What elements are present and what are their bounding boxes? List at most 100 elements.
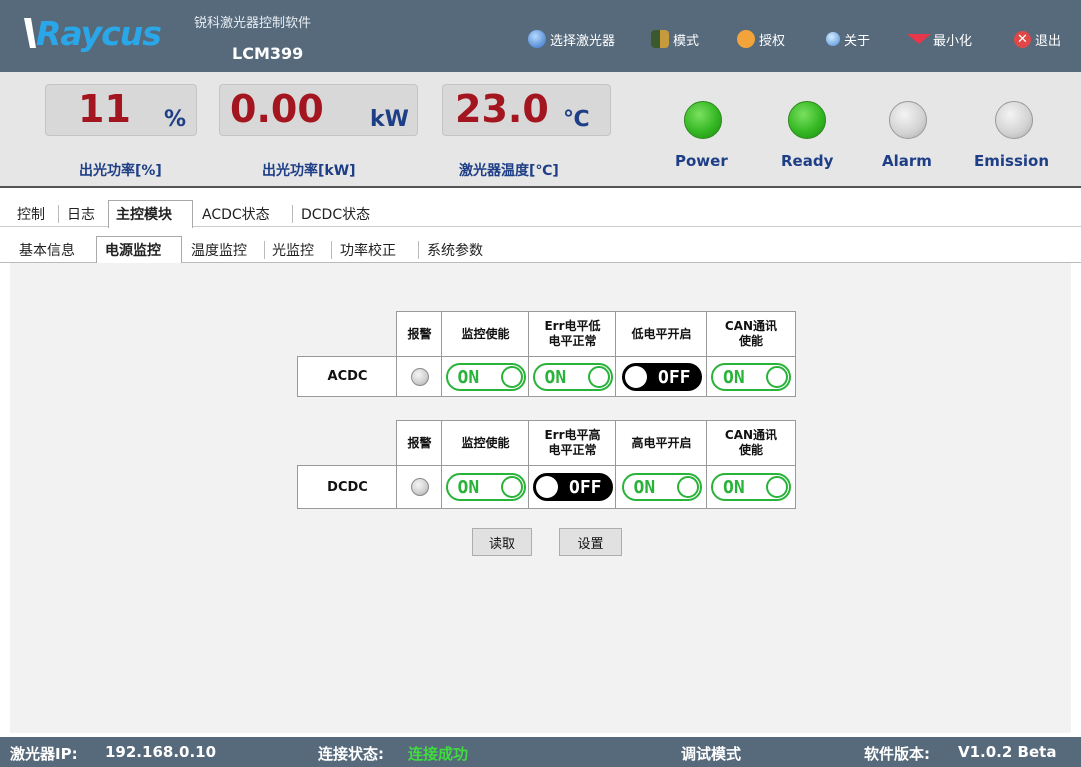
toggle-knob xyxy=(676,476,699,498)
version-label: 软件版本: xyxy=(864,745,930,763)
acdc-row-label: ACDC xyxy=(297,356,398,397)
temperature-meter: 23.0 ℃ xyxy=(442,84,611,136)
tab-log[interactable]: 日志 xyxy=(67,204,95,224)
dcdc-header-alarm: 报警 xyxy=(396,420,443,466)
mode-text: 调试模式 xyxy=(681,745,742,763)
tab-separator xyxy=(418,241,419,259)
power-percent-meter: 11 % xyxy=(45,84,197,136)
sub-tabs: 基本信息 电源监控 温度监控 光监控 功率校正 系统参数 xyxy=(0,236,1081,264)
tab-separator xyxy=(264,241,265,259)
acdc-header-alarm: 报警 xyxy=(396,311,443,357)
globe-icon xyxy=(528,30,546,48)
toggle-knob xyxy=(766,365,788,388)
toggle-text: ON xyxy=(723,477,745,498)
ip-value: 192.168.0.10 xyxy=(105,743,217,761)
power-kw-value: 0.00 xyxy=(230,87,324,131)
tab-separator xyxy=(58,205,59,223)
tab-main-control-module[interactable]: 主控模块 xyxy=(116,204,172,224)
acdc-monitor-enable-toggle[interactable]: ON xyxy=(445,362,526,391)
tab-separator xyxy=(292,205,293,223)
version-value: V1.0.2 Beta xyxy=(958,743,1057,761)
dcdc-header-can-enable: CAN通讯 使能 xyxy=(706,420,796,466)
alarm-led-label: Alarm xyxy=(882,152,932,170)
menu-select-laser[interactable]: 选择激光器 xyxy=(528,28,615,50)
toggle-text: OFF xyxy=(568,477,602,498)
close-icon: ✕ xyxy=(1014,30,1031,48)
set-button[interactable]: 设置 xyxy=(559,528,622,556)
subtab-optical-monitor[interactable]: 光监控 xyxy=(272,240,314,260)
acdc-err-level-toggle[interactable]: ON xyxy=(532,362,613,391)
dcdc-monitor-enable-cell: ON xyxy=(441,465,530,509)
tab-dcdc-status[interactable]: DCDC状态 xyxy=(301,204,370,224)
status-panel: 11 % 出光功率[%] 0.00 kW 出光功率[kW] 23.0 ℃ 激光器… xyxy=(0,72,1081,188)
toggle-text: ON xyxy=(457,477,480,498)
info-icon xyxy=(826,32,840,46)
acdc-header-err-level: Err电平低 电平正常 xyxy=(528,311,617,357)
connection-label: 连接状态: xyxy=(318,745,384,763)
acdc-header-monitor-enable: 监控使能 xyxy=(441,311,530,357)
alarm-led xyxy=(889,101,927,139)
subtab-power-calibration[interactable]: 功率校正 xyxy=(340,240,396,260)
app-title: 锐科激光器控制软件 xyxy=(194,16,312,31)
power-percent-unit: % xyxy=(164,107,187,132)
menu-label: 最小化 xyxy=(933,33,973,49)
subtab-basic-info[interactable]: 基本信息 xyxy=(19,240,75,260)
toggle-text: OFF xyxy=(657,366,691,388)
dcdc-alarm-led xyxy=(410,478,429,496)
read-button[interactable]: 读取 xyxy=(472,528,532,556)
power-percent-label: 出光功率[%] xyxy=(79,163,162,179)
subtab-system-params[interactable]: 系统参数 xyxy=(427,240,483,260)
title-bar: Raycus 锐科激光器控制软件 LCM399 选择激光器 模式 授权 关于 最… xyxy=(0,0,1081,72)
menu-mode[interactable]: 模式 xyxy=(651,28,699,50)
dcdc-alarm-cell xyxy=(396,465,443,509)
tab-separator xyxy=(331,241,332,259)
subtab-temperature-monitor[interactable]: 温度监控 xyxy=(191,240,247,260)
ip-label: 激光器IP: xyxy=(10,745,78,763)
ready-led-label: Ready xyxy=(781,152,834,170)
menu-authorize[interactable]: 授权 xyxy=(737,28,785,50)
logo-text: Raycus xyxy=(36,14,162,53)
menu-label: 授权 xyxy=(759,33,786,49)
dcdc-err-level-toggle[interactable]: OFF xyxy=(532,473,613,501)
power-led xyxy=(684,101,722,139)
raycus-logo: Raycus xyxy=(22,14,162,54)
dcdc-header-high-level-on: 高电平开启 xyxy=(615,420,708,466)
laser-model: LCM399 xyxy=(232,44,304,63)
dcdc-high-level-cell: ON xyxy=(615,465,708,509)
temperature-unit: ℃ xyxy=(563,107,590,132)
toggle-text: ON xyxy=(457,366,480,388)
tab-control[interactable]: 控制 xyxy=(17,204,45,224)
dcdc-monitor-enable-toggle[interactable]: ON xyxy=(445,473,526,501)
acdc-header-can-enable: CAN通讯 使能 xyxy=(706,311,796,357)
minimize-icon xyxy=(907,34,931,44)
menu-about[interactable]: 关于 xyxy=(826,28,870,50)
power-percent-value: 11 xyxy=(78,87,131,131)
power-kw-meter: 0.00 kW xyxy=(219,84,418,136)
dcdc-err-level-cell: OFF xyxy=(528,465,617,509)
connection-status: 连接成功 xyxy=(408,745,469,763)
menu-minimize[interactable]: 最小化 xyxy=(907,28,972,50)
acdc-can-enable-cell: ON xyxy=(706,356,796,397)
toggle-knob xyxy=(500,476,523,498)
ready-led xyxy=(788,101,826,139)
temperature-label: 激光器温度[℃] xyxy=(459,163,559,179)
users-icon xyxy=(651,30,669,48)
dcdc-header-monitor-enable: 监控使能 xyxy=(441,420,530,466)
toggle-knob xyxy=(624,365,647,388)
dcdc-can-enable-toggle[interactable]: ON xyxy=(711,473,791,501)
menu-label: 退出 xyxy=(1035,33,1062,49)
power-kw-label: 出光功率[kW] xyxy=(262,163,356,179)
acdc-alarm-led xyxy=(410,367,429,386)
menu-label: 关于 xyxy=(844,33,871,49)
subtab-power-monitor[interactable]: 电源监控 xyxy=(105,240,161,260)
dcdc-high-level-toggle[interactable]: ON xyxy=(621,473,702,501)
tab-acdc-status[interactable]: ACDC状态 xyxy=(202,204,270,224)
acdc-monitor-enable-cell: ON xyxy=(441,356,530,397)
emission-led xyxy=(995,101,1033,139)
main-tabs: 控制 日志 主控模块 ACDC状态 DCDC状态 xyxy=(0,200,1081,228)
menu-exit[interactable]: ✕ 退出 xyxy=(1014,28,1061,50)
toggle-text: ON xyxy=(544,366,567,388)
power-led-label: Power xyxy=(675,152,728,170)
acdc-can-enable-toggle[interactable]: ON xyxy=(711,362,791,391)
acdc-low-level-toggle[interactable]: OFF xyxy=(621,362,702,391)
